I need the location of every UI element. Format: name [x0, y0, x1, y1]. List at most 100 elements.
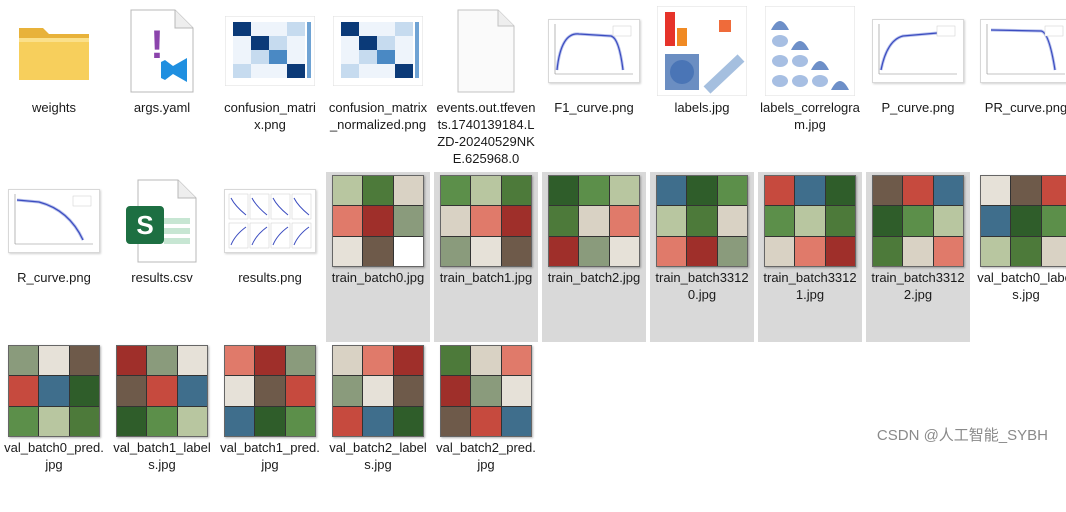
mosaic-tile [1041, 176, 1066, 206]
image-mosaic-thumbnail-icon [652, 174, 752, 268]
mosaic-tile [363, 206, 393, 236]
mosaic-tile [687, 176, 717, 206]
image-mosaic-thumbnail-icon [436, 174, 536, 268]
image-mosaic-thumbnail-icon [328, 174, 428, 268]
mosaic-tile [579, 236, 609, 266]
mosaic-tile [549, 206, 579, 236]
file-item[interactable]: F1_curve.png [542, 2, 646, 172]
mosaic-thumbnail [224, 345, 316, 437]
labels-plot-thumbnail-icon [652, 4, 752, 98]
mosaic-tile [39, 406, 69, 436]
mosaic-tile [687, 236, 717, 266]
mosaic-tile [471, 406, 501, 436]
mosaic-tile [393, 236, 423, 266]
file-item[interactable]: val_batch1_pred.jpg [218, 342, 322, 512]
file-item[interactable]: confusion_matrix_normalized.png [326, 2, 430, 172]
file-name-label: P_curve.png [881, 100, 955, 115]
file-name-label: results.csv [131, 270, 193, 285]
curve-plot-thumbnail-icon [544, 4, 644, 98]
mosaic-tile [441, 346, 471, 376]
mosaic-tile [225, 406, 255, 436]
mosaic-tile [363, 406, 393, 436]
mosaic-tile [825, 236, 855, 266]
file-name-label: labels_correlogram.jpg [760, 100, 860, 132]
file-name-label: confusion_matrix_normalized.png [328, 100, 428, 132]
file-name-label: train_batch0.jpg [331, 270, 425, 285]
confusion-matrix-thumbnail-icon [328, 4, 428, 98]
file-item[interactable]: ! args.yaml [110, 2, 214, 172]
file-item[interactable]: train_batch1.jpg [434, 172, 538, 342]
mosaic-tile [363, 346, 393, 376]
file-item[interactable]: P_curve.png [866, 2, 970, 172]
csdn-watermark: CSDN @人工智能_SYBH [876, 427, 1048, 444]
mosaic-thumbnail [872, 175, 964, 267]
mosaic-tile [117, 346, 147, 376]
mosaic-tile [333, 236, 363, 266]
mosaic-thumbnail [548, 175, 640, 267]
file-name-label: args.yaml [133, 100, 191, 115]
mosaic-tile [117, 406, 147, 436]
mosaic-tile [981, 206, 1011, 236]
mosaic-tile [363, 176, 393, 206]
file-item[interactable]: val_batch0_labels.jpg [974, 172, 1066, 342]
image-mosaic-thumbnail-icon [436, 344, 536, 438]
mosaic-tile [795, 176, 825, 206]
file-item[interactable]: train_batch33122.jpg [866, 172, 970, 342]
file-name-label: weights [31, 100, 77, 115]
file-name-label: val_batch2_labels.jpg [329, 440, 427, 472]
image-mosaic-thumbnail-icon [4, 344, 104, 438]
mosaic-tile [717, 236, 747, 266]
file-name-label: val_batch1_pred.jpg [220, 440, 320, 472]
file-item[interactable]: results.png [218, 172, 322, 342]
mosaic-tile [393, 206, 423, 236]
mosaic-tile [363, 376, 393, 406]
file-item[interactable]: Sresults.csv [110, 172, 214, 342]
mosaic-tile [285, 346, 315, 376]
file-name-label: train_batch33120.jpg [655, 270, 749, 302]
mosaic-tile [441, 376, 471, 406]
mosaic-tile [765, 206, 795, 236]
file-item[interactable]: val_batch2_labels.jpg [326, 342, 430, 512]
mosaic-tile [285, 376, 315, 406]
mosaic-tile [609, 176, 639, 206]
mosaic-tile [393, 406, 423, 436]
file-name-label: train_batch33121.jpg [763, 270, 857, 302]
file-name-label: F1_curve.png [554, 100, 634, 115]
file-item[interactable]: confusion_matrix.png [218, 2, 322, 172]
mosaic-tile [9, 376, 39, 406]
file-item[interactable]: labels.jpg [650, 2, 754, 172]
mosaic-thumbnail [440, 175, 532, 267]
file-item[interactable]: val_batch2_pred.jpg [434, 342, 538, 512]
file-item[interactable]: train_batch33120.jpg [650, 172, 754, 342]
mosaic-tile [393, 176, 423, 206]
file-item[interactable]: R_curve.png [2, 172, 106, 342]
mosaic-tile [657, 236, 687, 266]
mosaic-tile [147, 376, 177, 406]
file-item[interactable]: events.out.tfevents.1740139184.LZD-20240… [434, 2, 538, 172]
mosaic-tile [69, 406, 99, 436]
file-name-label: events.out.tfevents.1740139184.LZD-20240… [436, 100, 536, 166]
mosaic-thumbnail [116, 345, 208, 437]
file-item[interactable]: train_batch33121.jpg [758, 172, 862, 342]
file-item[interactable]: labels_correlogram.jpg [758, 2, 862, 172]
mosaic-tile [471, 236, 501, 266]
file-item[interactable]: train_batch2.jpg [542, 172, 646, 342]
labels-correlogram-thumbnail-icon [760, 4, 860, 98]
mosaic-tile [177, 406, 207, 436]
folder-icon [4, 4, 104, 98]
file-item[interactable]: val_batch0_pred.jpg [2, 342, 106, 512]
file-item[interactable]: PR_curve.png [974, 2, 1066, 172]
mosaic-tile [579, 176, 609, 206]
mosaic-tile [687, 206, 717, 236]
mosaic-tile [39, 376, 69, 406]
mosaic-tile [501, 206, 531, 236]
mosaic-tile [981, 236, 1011, 266]
mosaic-tile [333, 346, 363, 376]
mosaic-tile [873, 176, 903, 206]
mosaic-tile [333, 206, 363, 236]
excel-csv-file-icon: S [112, 174, 212, 268]
file-item[interactable]: weights [2, 2, 106, 172]
mosaic-tile [363, 236, 393, 266]
file-item[interactable]: train_batch0.jpg [326, 172, 430, 342]
file-item[interactable]: val_batch1_labels.jpg [110, 342, 214, 512]
